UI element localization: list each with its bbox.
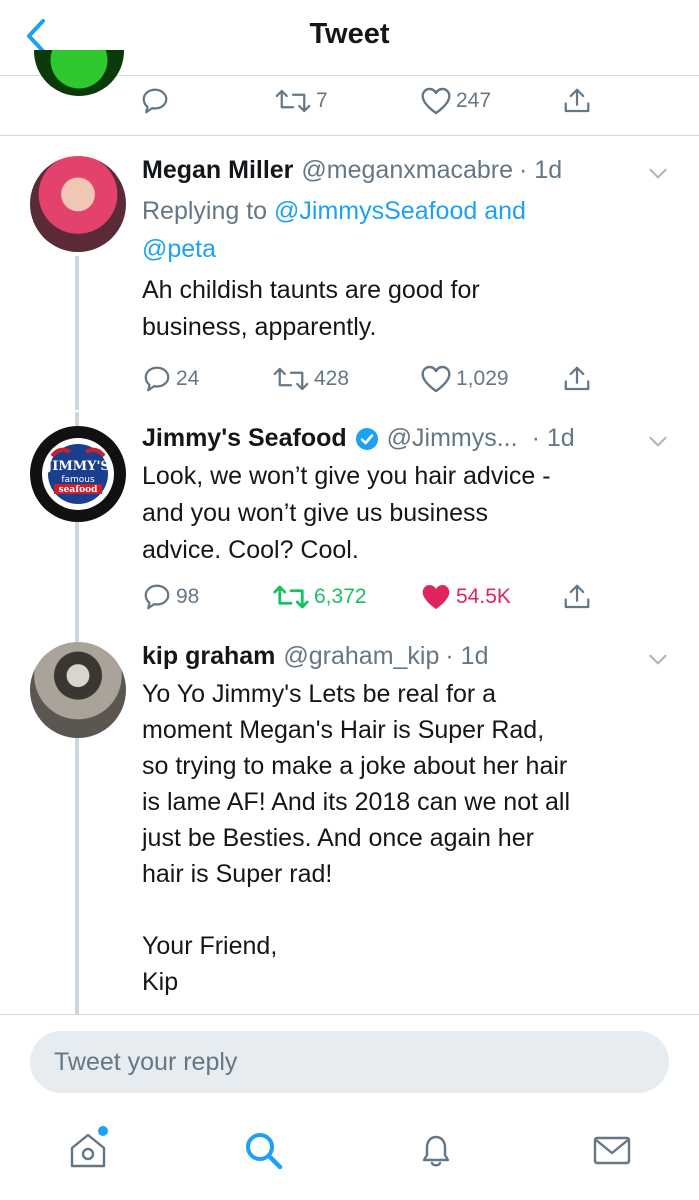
tweet-text: Ah childish taunts are good for business…	[142, 276, 480, 341]
share-button[interactable]	[562, 364, 592, 394]
like-count: 1,029	[456, 367, 509, 390]
display-name[interactable]: Jimmy's Seafood	[142, 424, 347, 453]
bottom-tab-bar	[0, 1100, 699, 1200]
mention-link[interactable]: @peta	[142, 235, 216, 263]
tweet-jimmys-seafood: JIMMY'S famous seafood Jimmy's Seafood @…	[0, 412, 699, 630]
share-icon	[564, 88, 590, 113]
tweet-megan-miller: Megan Miller @meganxmacabre · 1d Replyin…	[0, 150, 699, 410]
reply-count: 24	[176, 367, 200, 390]
handle[interactable]: @graham_kip	[283, 642, 439, 671]
like-button[interactable]: 1,029	[420, 364, 509, 394]
tweet-kip-graham: kip graham @graham_kip · 1d Yo Yo Jimmy'…	[0, 630, 699, 1014]
retweet-icon	[275, 89, 311, 113]
avatar[interactable]	[30, 642, 126, 738]
tab-messages[interactable]	[590, 1128, 634, 1172]
like-button[interactable]: 54.5K	[420, 582, 511, 612]
thread-line	[75, 412, 79, 426]
heart-filled-icon	[422, 585, 450, 609]
chevron-down-icon[interactable]	[645, 428, 671, 454]
retweet-button[interactable]: 428	[272, 364, 349, 394]
handle[interactable]: @Jimmys...	[387, 424, 518, 453]
reply-icon	[144, 366, 170, 392]
retweet-button[interactable]: 7	[274, 86, 328, 116]
avatar[interactable]: JIMMY'S famous seafood	[30, 426, 126, 522]
reply-button[interactable]	[140, 86, 174, 116]
tweet-header: kip graham @graham_kip · 1d	[142, 642, 669, 671]
tweet-text: Look, we won’t give you hair advice - an…	[142, 462, 551, 564]
retweet-count: 6,372	[314, 585, 367, 608]
thread-line	[75, 256, 79, 410]
tweet-header: Megan Miller @meganxmacabre · 1d	[142, 156, 669, 185]
previous-tweet-avatar[interactable]	[34, 50, 124, 96]
handle[interactable]: @meganxmacabre	[301, 156, 513, 185]
verified-badge-icon	[355, 427, 378, 450]
search-icon	[246, 1133, 283, 1170]
reply-icon	[144, 584, 170, 610]
heart-icon	[421, 87, 451, 115]
page-title: Tweet	[309, 18, 390, 50]
like-count: 247	[456, 89, 492, 112]
notification-dot	[98, 1126, 108, 1136]
retweet-icon	[273, 367, 309, 391]
retweet-icon	[273, 585, 309, 609]
reply-bar: Tweet your reply	[0, 1014, 699, 1100]
thread-line	[75, 738, 79, 1014]
share-button[interactable]	[562, 582, 592, 612]
notifications-icon	[422, 1135, 450, 1167]
timestamp: · 1d	[445, 642, 489, 670]
timestamp: · 1d	[519, 156, 563, 184]
svg-text:JIMMY'S: JIMMY'S	[45, 459, 110, 474]
retweet-count: 7	[316, 89, 328, 112]
chevron-down-icon[interactable]	[645, 646, 671, 672]
avatar[interactable]	[30, 156, 126, 252]
jimmys-logo: JIMMY'S famous seafood	[42, 438, 114, 510]
tweet-text: Yo Yo Jimmy's Lets be real for a moment …	[142, 680, 571, 996]
like-button[interactable]: 247	[420, 86, 491, 116]
svg-text:famous: famous	[61, 475, 95, 485]
reply-button[interactable]: 98	[142, 582, 199, 612]
heart-icon	[421, 365, 451, 393]
messages-icon	[593, 1136, 631, 1165]
thread-line	[75, 522, 79, 630]
share-button[interactable]	[562, 86, 592, 116]
svg-text:seafood: seafood	[59, 485, 99, 495]
tab-home[interactable]	[66, 1126, 110, 1172]
tab-search[interactable]	[241, 1128, 285, 1172]
reply-button[interactable]: 24	[142, 364, 199, 394]
previous-tweet-actions: 7 247	[140, 86, 600, 122]
retweet-count: 428	[314, 367, 350, 390]
display-name[interactable]: Megan Miller	[142, 156, 293, 185]
display-name[interactable]: kip graham	[142, 642, 275, 671]
reply-icon	[142, 88, 168, 114]
divider	[0, 135, 699, 136]
mention-link[interactable]: @JimmysSeafood	[274, 197, 477, 225]
reply-input[interactable]: Tweet your reply	[30, 1031, 669, 1093]
replying-to: Replying to @JimmysSeafood and @peta	[142, 197, 526, 263]
retweet-button[interactable]: 6,372	[272, 582, 367, 612]
reply-count: 98	[176, 585, 200, 608]
share-icon	[564, 366, 590, 391]
tweet-header: Jimmy's Seafood @Jimmys... · 1d	[142, 424, 669, 453]
timestamp: · 1d	[531, 424, 575, 452]
thread-line	[75, 630, 79, 642]
chevron-down-icon[interactable]	[645, 160, 671, 186]
share-icon	[564, 584, 590, 609]
like-count: 54.5K	[456, 585, 511, 608]
tab-notifications[interactable]	[414, 1128, 458, 1172]
